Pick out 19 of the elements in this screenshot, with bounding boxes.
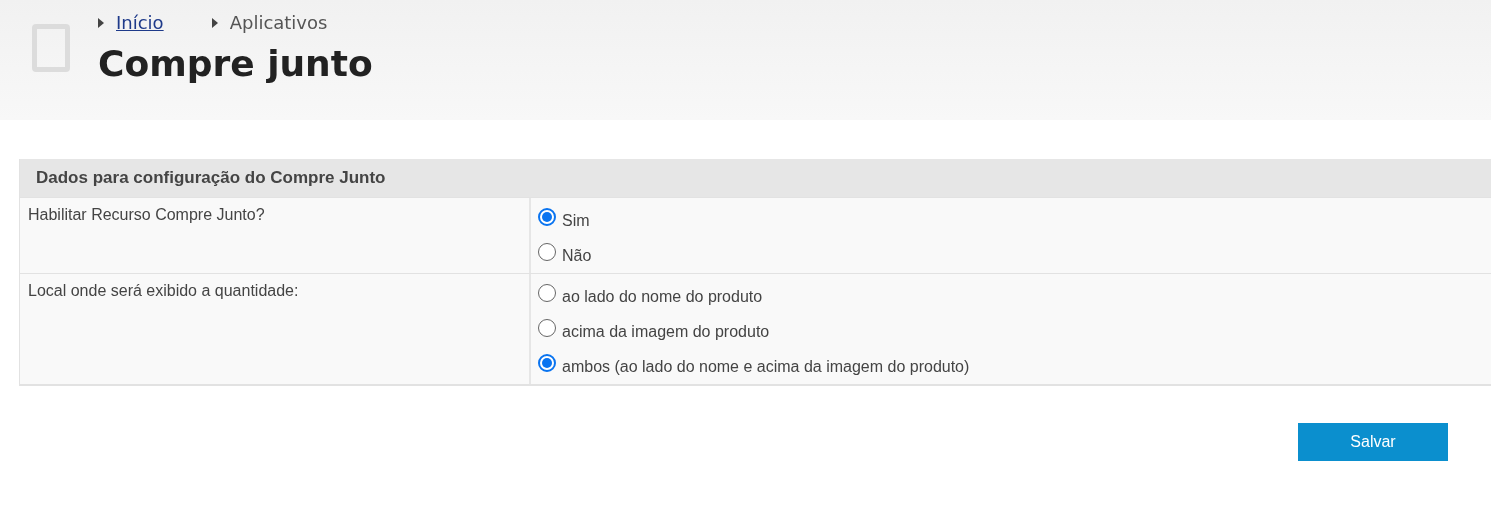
radio-button[interactable] xyxy=(538,208,556,226)
page-icon xyxy=(32,24,70,72)
radio-label: ambos (ao lado do nome e acima da imagem do produto) xyxy=(562,358,970,376)
radio-label: Não xyxy=(562,247,592,265)
breadcrumb-link[interactable]: Início xyxy=(116,12,164,33)
radio-button[interactable] xyxy=(538,319,556,337)
field-label: Local onde será exibido a quantidade: xyxy=(20,274,531,384)
radio-label: Sim xyxy=(562,212,590,230)
radio-button[interactable] xyxy=(538,354,556,372)
radio-button[interactable] xyxy=(538,284,556,302)
caret-icon xyxy=(211,17,218,28)
breadcrumb-item: Aplicativos xyxy=(229,12,328,33)
radio-button[interactable] xyxy=(538,243,556,261)
radio-label: ao lado do nome do produto xyxy=(562,288,763,306)
section-header: Dados para configuração do Compre Junto xyxy=(20,159,1491,197)
save-button[interactable]: Salvar xyxy=(1298,423,1448,461)
radio-label: acima da imagem do produto xyxy=(562,323,770,341)
caret-icon xyxy=(98,17,104,28)
page-title: Compre junto xyxy=(98,43,373,84)
